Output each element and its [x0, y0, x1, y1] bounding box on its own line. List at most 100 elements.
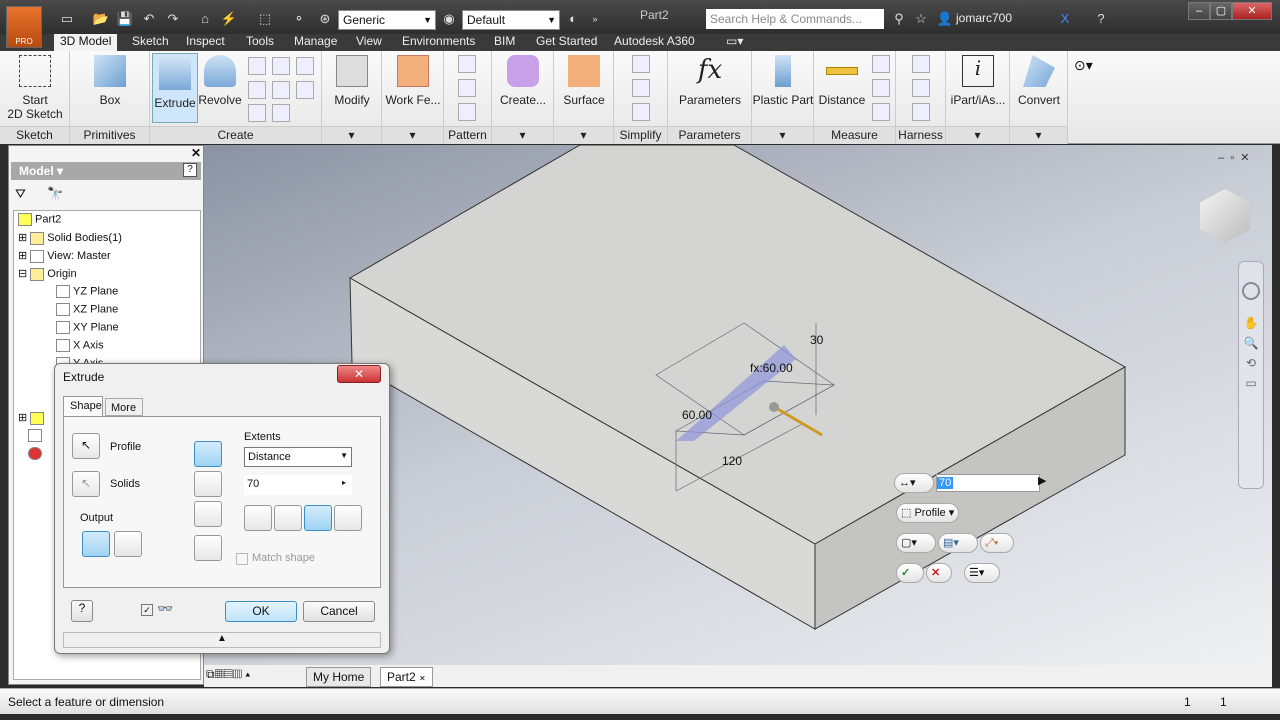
maximize-button[interactable]: ▢ [1210, 2, 1232, 20]
mini-distance-type[interactable]: ↔▾ [894, 473, 934, 493]
create-freeform-button[interactable]: Create... [496, 55, 550, 107]
tab-shape[interactable]: Shape [63, 396, 103, 416]
start-2d-sketch-button[interactable]: Start 2D Sketch [6, 55, 64, 121]
tree-item-xz-plane[interactable]: XZ Plane [56, 303, 118, 316]
harness-3-icon[interactable] [912, 103, 930, 121]
direction-2-button[interactable] [274, 505, 302, 531]
tab-more[interactable]: More [105, 398, 143, 416]
design-doctor-icon[interactable]: ⚬ [290, 11, 308, 27]
mini-distance-input[interactable]: 70 [936, 474, 1040, 492]
modify-button[interactable]: Modify [328, 55, 376, 107]
tab-part2[interactable]: Part2 ✕ [380, 667, 433, 687]
revolve-button[interactable]: Revolve [198, 55, 242, 107]
surface-button[interactable]: Surface [558, 55, 610, 107]
undo-icon[interactable]: ↶ [140, 11, 158, 27]
rib-icon[interactable] [248, 104, 266, 122]
dimension-60[interactable]: 60.00 [682, 408, 712, 422]
user-name[interactable]: jomarc700 [956, 11, 1012, 25]
tab-view[interactable]: View [350, 33, 388, 51]
tree-item-view-master[interactable]: ⊞ View: Master [18, 249, 111, 263]
filter-icon[interactable]: ⛛ [15, 186, 26, 202]
viewport-window-controls[interactable]: – ▫ ✕ [1218, 151, 1249, 164]
area-icon[interactable] [872, 103, 890, 121]
harness-1-icon[interactable] [912, 55, 930, 73]
satellite-icon[interactable]: ⚲ [890, 11, 908, 27]
plastic-part-button[interactable]: Plastic Part [752, 55, 814, 107]
freeform-dropdown[interactable]: ▾ [492, 126, 553, 144]
box-button[interactable]: Box [84, 55, 136, 107]
close-button[interactable]: ✕ [1232, 2, 1272, 20]
ipart-dropdown[interactable]: ▾ [946, 126, 1009, 144]
tree-item-origin[interactable]: ⊟ Origin [18, 267, 77, 281]
tab-bim[interactable]: BIM [488, 33, 521, 51]
dimension-120[interactable]: 120 [722, 454, 742, 468]
tree-item-solid-bodies[interactable]: ⊞ Solid Bodies(1) [18, 231, 122, 245]
mini-options-button[interactable]: ☰▾ [964, 563, 1000, 583]
preview-checkbox[interactable]: ✓ [141, 604, 153, 616]
emboss-icon[interactable] [296, 57, 314, 75]
new-icon[interactable]: ▭ [58, 11, 76, 27]
tab-environments[interactable]: Environments [396, 33, 481, 51]
tab-manage[interactable]: Manage [288, 33, 343, 51]
rectangular-pattern-icon[interactable] [458, 55, 476, 73]
tab-inspect[interactable]: Inspect [180, 33, 231, 51]
mini-cancel-button[interactable]: ✕ [926, 563, 952, 583]
distance-input[interactable]: 70 ▸ [244, 475, 352, 495]
appearance-select[interactable]: Default ▼ [462, 10, 560, 30]
tree-item-extrusion[interactable]: ⊞ [18, 411, 47, 425]
browser-close-icon[interactable]: ✕ [191, 146, 201, 160]
plastic-part-dropdown[interactable]: ▾ [752, 126, 813, 144]
exchange-icon[interactable]: X [1056, 11, 1074, 27]
shrinkwrap-icon[interactable] [632, 103, 650, 121]
ribbon-options-icon[interactable]: ⊙▾ [1074, 57, 1093, 74]
mini-ok-button[interactable]: ✓ [896, 563, 924, 583]
dimension-30[interactable]: 30 [810, 333, 823, 347]
import-icon[interactable] [296, 81, 314, 99]
mini-direction-button[interactable]: ⤢▾ [980, 533, 1014, 553]
solids-select-button[interactable]: ↖ [72, 471, 100, 497]
redo-icon[interactable]: ↷ [164, 11, 182, 27]
envelope-icon[interactable] [632, 79, 650, 97]
extents-select[interactable]: Distance ▼ [244, 447, 352, 467]
match-shape-checkbox[interactable] [236, 553, 248, 565]
cut-button[interactable] [194, 471, 222, 497]
symmetric-button[interactable] [304, 505, 332, 531]
zoom-icon[interactable]: 🔍 [1239, 336, 1263, 350]
tab-tools[interactable]: Tools [240, 33, 280, 51]
mirror-icon[interactable] [458, 103, 476, 121]
asymmetric-button[interactable] [334, 505, 362, 531]
window-arrange-icons[interactable]: ⧉▦▤▥ ▴ [206, 667, 250, 682]
loop-icon[interactable] [872, 79, 890, 97]
open-icon[interactable]: 📂 [92, 11, 110, 27]
direction-1-button[interactable] [244, 505, 272, 531]
tree-item-yz-plane[interactable]: YZ Plane [56, 285, 118, 298]
surface-dropdown[interactable]: ▾ [554, 126, 613, 144]
ipart-button[interactable]: i iPart/iAs... [948, 55, 1008, 107]
find-icon[interactable]: 🔭 [47, 186, 63, 202]
loft-icon[interactable] [272, 57, 290, 75]
orbit-icon[interactable]: ⟲ [1239, 356, 1263, 370]
save-icon[interactable]: 💾 [116, 11, 134, 27]
minimize-button[interactable]: – [1188, 2, 1210, 20]
work-features-dropdown[interactable]: ▾ [382, 126, 443, 144]
new-solid-button[interactable] [194, 535, 222, 561]
sweep-icon[interactable] [248, 57, 266, 75]
tree-item-end-of-part[interactable] [28, 447, 45, 460]
browser-help-icon[interactable]: ? [183, 163, 197, 177]
tree-item-part2[interactable]: Part2 [18, 213, 61, 226]
mini-arrow-icon[interactable]: ▶ [1038, 474, 1046, 487]
globe-icon[interactable]: ⊛ [316, 11, 334, 27]
color-wheel-icon[interactable]: ◉ [440, 11, 458, 27]
circular-pattern-icon[interactable] [458, 79, 476, 97]
tab-autodesk-a360[interactable]: Autodesk A360 [608, 33, 701, 51]
angle-icon[interactable] [872, 55, 890, 73]
look-at-icon[interactable]: ▭ [1239, 376, 1263, 390]
profile-select-button[interactable]: ↖ [72, 433, 100, 459]
modify-dropdown[interactable]: ▾ [322, 126, 381, 144]
expand-dialog-button[interactable]: ▲ [63, 632, 381, 648]
help-icon[interactable]: ? [1092, 11, 1110, 27]
mini-profile-button[interactable]: ⬚ Profile ▾ [896, 503, 960, 523]
tab-my-home[interactable]: My Home [306, 667, 372, 687]
close-tab-icon[interactable]: ✕ [419, 674, 426, 683]
update-icon[interactable]: ⚡ [220, 11, 238, 27]
